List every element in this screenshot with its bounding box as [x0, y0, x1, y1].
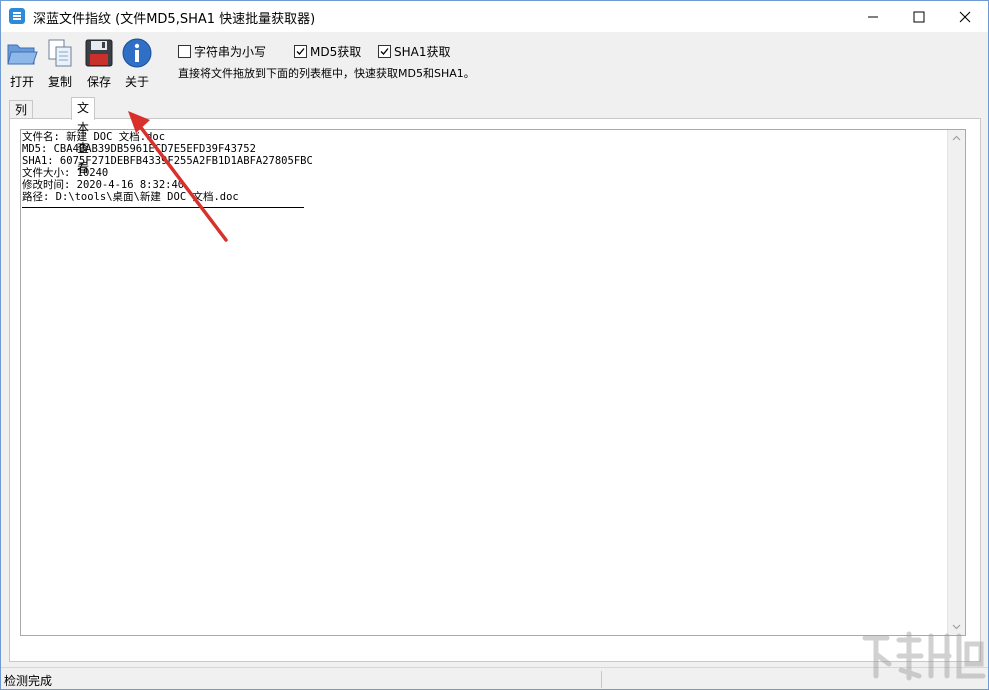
- status-text: 检测完成: [4, 674, 53, 688]
- info-icon: [122, 38, 152, 68]
- minimize-icon: [868, 16, 878, 18]
- sha1-label: SHA1获取: [394, 45, 451, 59]
- sha1-option[interactable]: SHA1获取: [378, 43, 451, 60]
- text-line: 路径: D:\tools\桌面\新建 DOC 文档.doc: [22, 191, 239, 203]
- text-view-content: 文件名: 新建 DOC 文档.doc MD5: CBA4BAB39DB5961E…: [22, 131, 313, 203]
- about-button[interactable]: 关于: [118, 37, 156, 93]
- checkmark-icon: [380, 48, 389, 55]
- about-label: 关于: [124, 75, 149, 89]
- maximize-button[interactable]: [896, 1, 942, 32]
- status-divider: [601, 671, 602, 688]
- title-bar: 深蓝文件指纹 (文件MD5,SHA1 快速批量获取器): [1, 1, 988, 32]
- toolbar: 打开 复制 保存 关于 字符串为小写 MD5获取 SHA1获取 直接将文件拖放到…: [1, 32, 988, 96]
- text-line: 文件大小: 10240: [22, 167, 109, 179]
- lowercase-option[interactable]: 字符串为小写: [178, 43, 266, 60]
- floppy-disk-icon: [85, 39, 113, 67]
- watermark-logo: [862, 631, 986, 681]
- text-separator-line: [22, 207, 304, 208]
- text-view-box[interactable]: 文件名: 新建 DOC 文档.doc MD5: CBA4BAB39DB5961E…: [20, 129, 966, 636]
- checkmark-icon: [296, 48, 305, 55]
- vertical-scrollbar[interactable]: [947, 130, 965, 635]
- tab-panel: 文件名: 新建 DOC 文档.doc MD5: CBA4BAB39DB5961E…: [9, 118, 981, 662]
- copy-icon: [48, 39, 72, 67]
- open-label: 打开: [9, 75, 34, 89]
- window-title: 深蓝文件指纹 (文件MD5,SHA1 快速批量获取器): [33, 12, 316, 27]
- save-button[interactable]: 保存: [80, 37, 118, 93]
- sha1-checkbox[interactable]: [378, 45, 391, 58]
- lowercase-label: 字符串为小写: [194, 45, 267, 59]
- maximize-icon: [913, 11, 925, 23]
- status-bar: 检测完成: [1, 667, 988, 689]
- md5-option[interactable]: MD5获取: [294, 43, 361, 60]
- open-button[interactable]: 打开: [3, 37, 41, 93]
- close-button[interactable]: [942, 1, 988, 32]
- close-icon: [959, 11, 971, 23]
- scroll-up-icon[interactable]: [952, 134, 961, 143]
- md5-label: MD5获取: [310, 45, 362, 59]
- tab-text-view[interactable]: 文本查看: [71, 97, 96, 175]
- lowercase-checkbox[interactable]: [178, 45, 191, 58]
- app-window: 深蓝文件指纹 (文件MD5,SHA1 快速批量获取器) 打开 复制 保存 关于 …: [0, 0, 989, 690]
- folder-open-icon: [7, 44, 38, 65]
- minimize-button[interactable]: [850, 1, 896, 32]
- text-line: SHA1: 6075F271DEBFB4339F255A2FB1D1ABFA27…: [22, 155, 313, 167]
- text-line: 文件名: 新建 DOC 文档.doc: [22, 131, 166, 143]
- copy-label: 复制: [47, 75, 72, 89]
- copy-button[interactable]: 复制: [41, 37, 79, 93]
- text-line: MD5: CBA4BAB39DB5961ECD7E5EFD39F43752: [22, 143, 256, 155]
- tab-list-view[interactable]: 列表查看: [9, 100, 34, 171]
- md5-checkbox[interactable]: [294, 45, 307, 58]
- text-line: 修改时间: 2020-4-16 8:32:40: [22, 179, 185, 191]
- drag-drop-hint: 直接将文件拖放到下面的列表框中，快速获取MD5和SHA1。: [178, 67, 475, 80]
- save-label: 保存: [86, 75, 111, 89]
- app-logo-icon: [9, 8, 25, 24]
